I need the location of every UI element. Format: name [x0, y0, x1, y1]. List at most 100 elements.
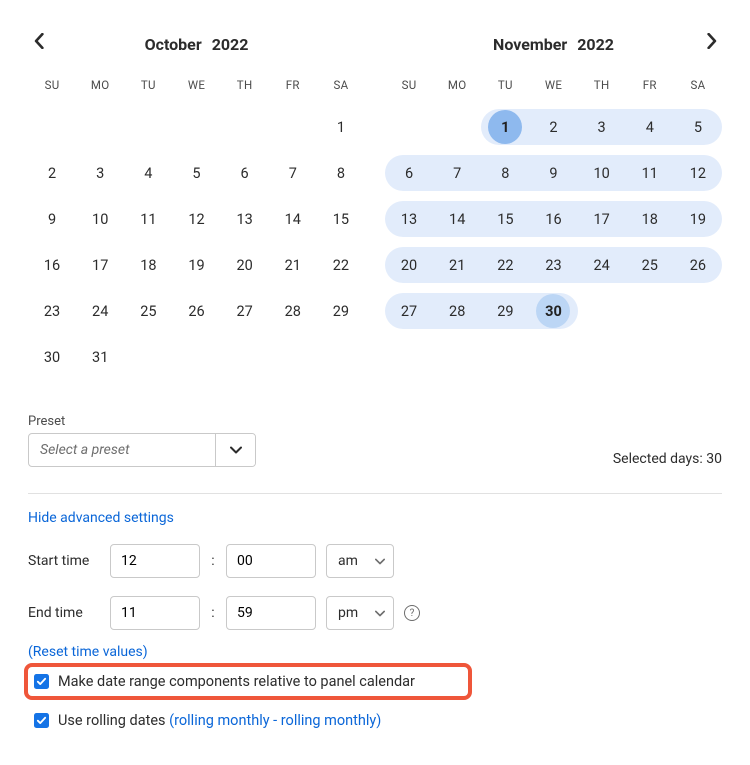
- calendar-left-dow: SUMOTUWETHFRSA: [28, 74, 365, 104]
- selected-days-value: 30: [706, 451, 722, 467]
- dow-cell: TH: [221, 74, 269, 104]
- reset-time-link[interactable]: (Reset time values): [28, 644, 722, 660]
- day-cell[interactable]: 7: [269, 155, 317, 191]
- calendar-left-month: October: [145, 35, 202, 54]
- day-cell[interactable]: 9: [28, 201, 76, 237]
- day-cell[interactable]: 22: [317, 247, 365, 283]
- rolling-checkbox[interactable]: [34, 713, 49, 728]
- day-cell[interactable]: 28: [433, 293, 481, 329]
- day-cell[interactable]: 15: [481, 201, 529, 237]
- day-cell[interactable]: 13: [221, 201, 269, 237]
- calendar-left-header: October 2022: [28, 28, 365, 60]
- day-cell-empty: [124, 109, 172, 145]
- prev-month-button[interactable]: [28, 30, 50, 52]
- calendar-left-title: October 2022: [145, 35, 249, 54]
- day-cell[interactable]: 14: [269, 201, 317, 237]
- day-cell[interactable]: 30: [28, 339, 76, 375]
- day-cell[interactable]: 2: [529, 109, 577, 145]
- day-cell[interactable]: 11: [626, 155, 674, 191]
- day-cell[interactable]: 13: [385, 201, 433, 237]
- dow-cell: TU: [481, 74, 529, 104]
- day-cell[interactable]: 30: [529, 293, 577, 329]
- day-cell[interactable]: 12: [172, 201, 220, 237]
- end-ampm-select[interactable]: pm: [326, 596, 394, 630]
- advanced-settings-toggle[interactable]: Hide advanced settings: [28, 510, 722, 526]
- day-cell[interactable]: 4: [626, 109, 674, 145]
- day-cell[interactable]: 26: [172, 293, 220, 329]
- week-row: 23242526272829: [28, 288, 365, 334]
- day-cell[interactable]: 14: [433, 201, 481, 237]
- day-cell[interactable]: 6: [385, 155, 433, 191]
- day-cell[interactable]: 18: [626, 201, 674, 237]
- day-cell-empty: [385, 109, 433, 145]
- day-cell[interactable]: 21: [269, 247, 317, 283]
- day-cell[interactable]: 5: [674, 109, 722, 145]
- day-cell[interactable]: 8: [481, 155, 529, 191]
- day-cell[interactable]: 24: [578, 247, 626, 283]
- day-cell[interactable]: 6: [221, 155, 269, 191]
- range-start-marker: 1: [488, 110, 522, 144]
- day-cell[interactable]: 17: [578, 201, 626, 237]
- end-ampm-value: pm: [338, 605, 358, 621]
- info-icon[interactable]: ?: [404, 605, 420, 621]
- rolling-checkbox-label: Use rolling dates (rolling monthly - rol…: [58, 712, 381, 729]
- day-cell[interactable]: 8: [317, 155, 365, 191]
- day-cell[interactable]: 28: [269, 293, 317, 329]
- day-cell[interactable]: 25: [626, 247, 674, 283]
- day-cell[interactable]: 1: [481, 109, 529, 145]
- week-row: 12345: [385, 104, 722, 150]
- day-cell[interactable]: 12: [674, 155, 722, 191]
- day-cell[interactable]: 22: [481, 247, 529, 283]
- day-cell[interactable]: 15: [317, 201, 365, 237]
- day-cell[interactable]: 23: [28, 293, 76, 329]
- day-cell[interactable]: 20: [221, 247, 269, 283]
- day-cell[interactable]: 26: [674, 247, 722, 283]
- day-cell[interactable]: 16: [28, 247, 76, 283]
- day-cell[interactable]: 11: [124, 201, 172, 237]
- day-cell[interactable]: 2: [28, 155, 76, 191]
- day-cell[interactable]: 19: [172, 247, 220, 283]
- day-cell[interactable]: 27: [221, 293, 269, 329]
- start-hour-input[interactable]: [110, 544, 200, 578]
- day-cell[interactable]: 19: [674, 201, 722, 237]
- preset-select[interactable]: Select a preset: [28, 433, 256, 467]
- calendar-right-grid: 1234567891011121314151617181920212223242…: [385, 104, 722, 334]
- day-cell[interactable]: 4: [124, 155, 172, 191]
- end-minute-input[interactable]: [226, 596, 316, 630]
- day-cell[interactable]: 3: [76, 155, 124, 191]
- day-cell[interactable]: 29: [317, 293, 365, 329]
- day-cell[interactable]: 29: [481, 293, 529, 329]
- day-cell[interactable]: 31: [76, 339, 124, 375]
- relative-checkbox[interactable]: [34, 674, 49, 689]
- day-cell[interactable]: 3: [578, 109, 626, 145]
- day-cell[interactable]: 24: [76, 293, 124, 329]
- day-cell[interactable]: 9: [529, 155, 577, 191]
- dow-cell: SU: [385, 74, 433, 104]
- start-time-row: Start time : am: [28, 544, 722, 578]
- day-cell[interactable]: 27: [385, 293, 433, 329]
- day-cell-empty: [172, 109, 220, 145]
- preset-dropdown-button[interactable]: [215, 434, 255, 466]
- day-cell[interactable]: 7: [433, 155, 481, 191]
- day-cell[interactable]: 17: [76, 247, 124, 283]
- calendar-left-year: 2022: [212, 35, 249, 54]
- next-month-button[interactable]: [700, 30, 722, 52]
- day-cell[interactable]: 25: [124, 293, 172, 329]
- rolling-detail-link[interactable]: (rolling monthly - rolling monthly): [169, 712, 381, 729]
- start-minute-input[interactable]: [226, 544, 316, 578]
- day-cell[interactable]: 20: [385, 247, 433, 283]
- preset-placeholder: Select a preset: [29, 434, 215, 466]
- day-cell[interactable]: 10: [76, 201, 124, 237]
- start-ampm-select[interactable]: am: [326, 544, 394, 578]
- day-cell[interactable]: 1: [317, 109, 365, 145]
- day-cell[interactable]: 23: [529, 247, 577, 283]
- day-cell[interactable]: 18: [124, 247, 172, 283]
- day-cell[interactable]: 5: [172, 155, 220, 191]
- end-hour-input[interactable]: [110, 596, 200, 630]
- day-cell[interactable]: 10: [578, 155, 626, 191]
- preset-label: Preset: [28, 414, 256, 429]
- day-cell[interactable]: 16: [529, 201, 577, 237]
- dow-cell: SU: [28, 74, 76, 104]
- day-cell[interactable]: 21: [433, 247, 481, 283]
- dow-cell: TH: [578, 74, 626, 104]
